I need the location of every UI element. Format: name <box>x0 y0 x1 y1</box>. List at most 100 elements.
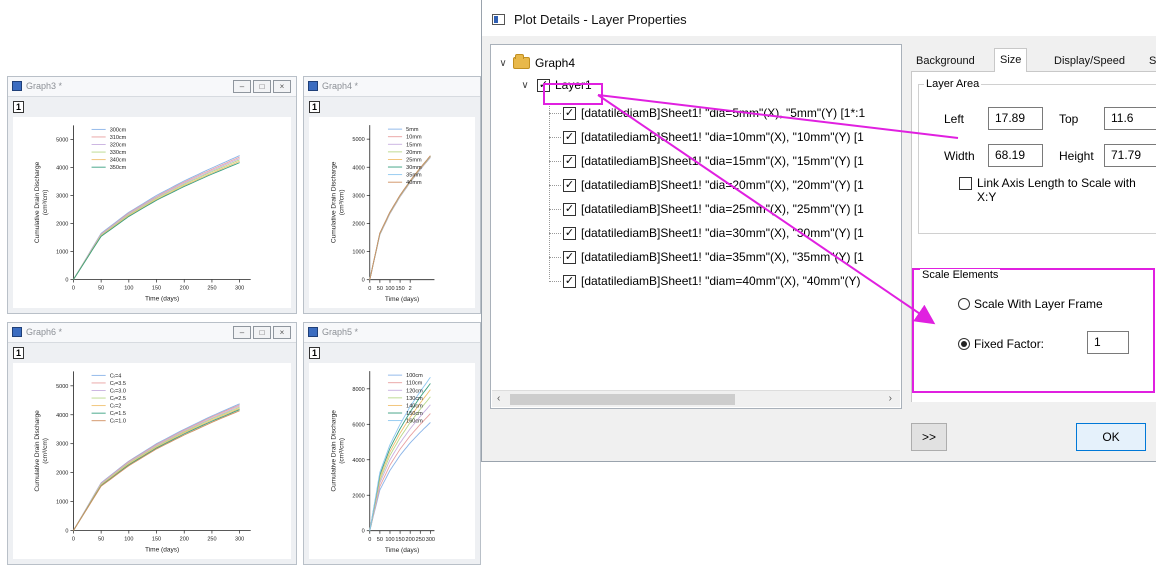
y-tick-label: 3000 <box>56 442 68 448</box>
line-chart: 0 1000 2000 3000 4000 5000 0 50 100 150 2 Time (day… <box>330 125 435 303</box>
graph5-window[interactable]: Graph5 * 1 0 2000 4000 6000 8000 0 50 100 150 200 25… <box>303 322 481 565</box>
line-chart: 0 2000 4000 6000 8000 0 50 100 150 200 250 300 Time … <box>330 371 435 554</box>
tree-root-graph4[interactable]: ∨ Graph4 <box>497 53 575 73</box>
layer-number-box[interactable]: 1 <box>309 347 320 359</box>
plot-checkbox[interactable]: ✓ <box>563 250 576 264</box>
tree-plot-item[interactable]: ✓ [datatilediamB]Sheet1! "dia=35mm"(X), "… <box>563 247 864 267</box>
ok-button[interactable]: OK <box>1076 423 1146 451</box>
layer-number-box[interactable]: 1 <box>13 101 24 113</box>
legend-label: Cᵣ=1.5 <box>110 411 126 417</box>
y-tick-label: 5000 <box>56 384 68 390</box>
tree-plot-item[interactable]: ✓ [datatilediamB]Sheet1! "dia=30mm"(X), "… <box>563 223 864 243</box>
series-line <box>73 159 240 280</box>
tab-s[interactable]: S <box>1144 52 1156 72</box>
x-tick-label: 250 <box>207 286 216 292</box>
x-tick-label: 100 <box>124 286 133 292</box>
legend-label: 330cm <box>110 150 127 156</box>
tree-horizontal-scrollbar[interactable]: ‹ › <box>492 390 900 407</box>
layer-number-box[interactable]: 1 <box>13 347 24 359</box>
plot-checkbox[interactable]: ✓ <box>563 274 576 288</box>
restore-icon[interactable]: □ <box>253 326 271 339</box>
legend-label: 40mm <box>406 180 422 186</box>
graph-titlebar[interactable]: Graph3 * – □ × <box>8 77 296 97</box>
graph-titlebar[interactable]: Graph6 * – □ × <box>8 323 296 343</box>
scroll-thumb[interactable] <box>510 394 735 405</box>
tab-size[interactable]: Size <box>994 48 1028 73</box>
graph-page: 0 1000 2000 3000 4000 5000 0 50 100 150 2 Time (day… <box>309 117 475 308</box>
plot-checkbox[interactable]: ✓ <box>563 202 576 216</box>
legend-label: 15mm <box>406 142 422 148</box>
graph-page: 0 1000 2000 3000 4000 5000 0 50 100 150 200 250 300 T… <box>13 117 291 308</box>
x-tick-label: 300 <box>235 537 244 543</box>
plot-checkbox[interactable]: ✓ <box>563 178 576 192</box>
tree-plot-item[interactable]: ✓ [datatilediamB]Sheet1! "dia=10mm"(X), "… <box>563 127 864 147</box>
scale-with-layer-frame-radio[interactable] <box>958 298 970 310</box>
height-field[interactable]: 71.79 <box>1104 144 1156 167</box>
left-field[interactable]: 17.89 <box>988 107 1043 130</box>
graph-titlebar[interactable]: Graph5 * <box>304 323 480 343</box>
graph3-window[interactable]: Graph3 * – □ × 1 0 1000 2000 3000 4000 5000 0 50 100 1… <box>7 76 297 314</box>
expand-button[interactable]: >> <box>911 423 947 451</box>
plot-checkbox[interactable]: ✓ <box>563 130 576 144</box>
legend-label: 25mm <box>406 157 422 163</box>
y-tick-label: 1000 <box>56 249 68 255</box>
legend-label: Cᵣ=1.0 <box>110 419 126 425</box>
dialog-title: Plot Details - Layer Properties <box>514 12 687 27</box>
tree-plot-item[interactable]: ✓ [datatilediamB]Sheet1! "diam=40mm"(X), … <box>563 271 860 291</box>
graph6-window[interactable]: Graph6 * – □ × 1 0 1000 2000 3000 4000 5000 0 50 100 1… <box>7 322 297 565</box>
tab-display-speed[interactable]: Display/Speed <box>1049 52 1130 72</box>
y-tick-label: 0 <box>65 277 68 283</box>
legend-label: 10mm <box>406 135 422 141</box>
minimize-icon[interactable]: – <box>233 80 251 93</box>
window-controls: – □ × <box>233 326 291 339</box>
width-field[interactable]: 68.19 <box>988 144 1043 167</box>
tree-plot-label: [datatilediamB]Sheet1! "diam=40mm"(X), "… <box>581 274 861 288</box>
chevron-down-icon[interactable]: ∨ <box>497 58 509 69</box>
tab-background[interactable]: Background <box>911 52 980 72</box>
y-tick-label: 8000 <box>352 387 364 393</box>
legend-label: Cᵣ=3.0 <box>110 389 126 395</box>
link-axis-checkbox[interactable] <box>959 177 972 190</box>
x-tick-label: 100 <box>385 286 394 292</box>
scroll-left-icon[interactable]: ‹ <box>497 393 500 404</box>
fixed-factor-radio[interactable] <box>958 338 970 350</box>
close-icon[interactable]: × <box>273 326 291 339</box>
scale-elements-group: Scale Elements Scale With Layer Frame Fi… <box>912 268 1155 393</box>
top-field[interactable]: 11.6 <box>1104 107 1156 130</box>
x-tick-label: 0 <box>368 286 371 292</box>
scale-elements-title: Scale Elements <box>920 269 1001 281</box>
y-tick-label: 2000 <box>352 493 364 499</box>
series-line <box>73 157 240 280</box>
tree-plot-item[interactable]: ✓ [datatilediamB]Sheet1! "dia=20mm"(X), "… <box>563 175 864 195</box>
graph4-window[interactable]: Graph4 * 1 0 1000 2000 3000 4000 5000 0 50 100 150 2… <box>303 76 481 314</box>
plot-details-dialog: Plot Details - Layer Properties ∨ Graph4… <box>481 0 1156 462</box>
tree-plot-item[interactable]: ✓ [datatilediamB]Sheet1! "dia=5mm"(X), "5… <box>563 103 865 123</box>
tree-plot-label: [datatilediamB]Sheet1! "dia=20mm"(X), "2… <box>581 178 864 192</box>
left-label: Left <box>944 112 965 126</box>
x-tick-label: 50 <box>377 286 383 292</box>
restore-icon[interactable]: □ <box>253 80 271 93</box>
tree-plot-label: [datatilediamB]Sheet1! "dia=35mm"(X), "3… <box>581 250 864 264</box>
tree-plot-item[interactable]: ✓ [datatilediamB]Sheet1! "dia=15mm"(X), "… <box>563 151 864 171</box>
close-icon[interactable]: × <box>273 80 291 93</box>
tree-plot-label: [datatilediamB]Sheet1! "dia=15mm"(X), "1… <box>581 154 864 168</box>
fixed-factor-field[interactable]: 1 <box>1087 331 1129 354</box>
plot-checkbox[interactable]: ✓ <box>563 154 576 168</box>
x-tick-label: 200 <box>180 286 189 292</box>
plot-checkbox[interactable]: ✓ <box>563 226 576 240</box>
legend-label: 150cm <box>406 411 423 417</box>
x-tick-label: 300 <box>235 286 244 292</box>
plot-tree-view[interactable]: ∨ Graph4 ∨ ✓ Layer1 ✓ [datatilediamB]Shee… <box>490 44 902 409</box>
scroll-right-icon[interactable]: › <box>889 393 892 404</box>
tree-plot-item[interactable]: ✓ [datatilediamB]Sheet1! "dia=25mm"(X), "… <box>563 199 864 219</box>
y-tick-label: 6000 <box>352 422 364 428</box>
graph-titlebar[interactable]: Graph4 * <box>304 77 480 97</box>
plot-checkbox[interactable]: ✓ <box>563 106 576 120</box>
series-line <box>73 405 240 531</box>
chevron-down-icon[interactable]: ∨ <box>519 80 531 91</box>
layer-number-box[interactable]: 1 <box>309 101 320 113</box>
x-tick-label: 50 <box>98 286 104 292</box>
tree-plot-label: [datatilediamB]Sheet1! "dia=25mm"(X), "2… <box>581 202 864 216</box>
minimize-icon[interactable]: – <box>233 326 251 339</box>
y-tick-label: 2000 <box>352 221 364 227</box>
